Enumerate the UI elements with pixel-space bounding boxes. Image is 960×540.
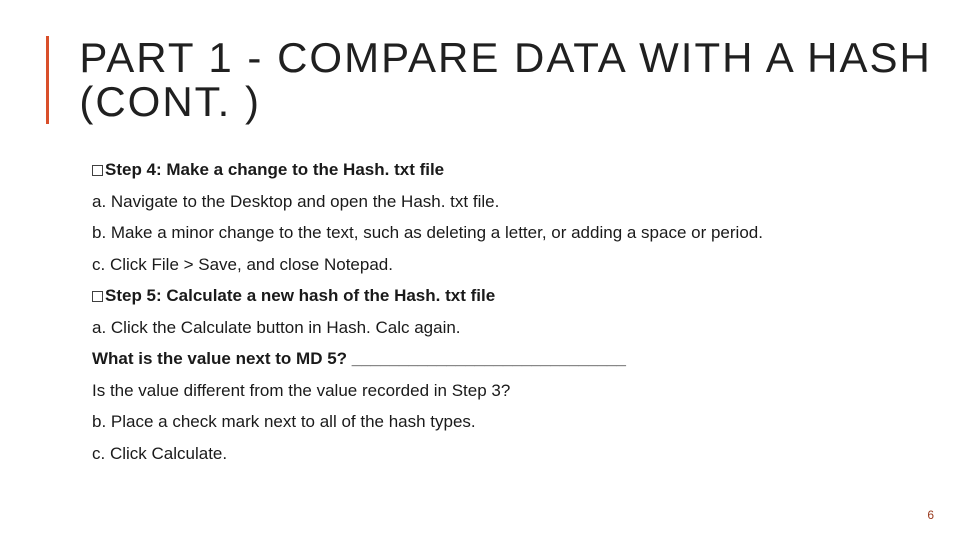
step5-heading: Step 5: Calculate a new hash of the Hash… bbox=[92, 286, 902, 306]
page-number: 6 bbox=[927, 508, 934, 522]
step5-item-c: c. Click Calculate. bbox=[92, 444, 902, 464]
title-accent-bar bbox=[46, 36, 49, 124]
step5-text: Step 5: Calculate a new hash of the Hash… bbox=[105, 286, 495, 305]
step5-item-a: a. Click the Calculate button in Hash. C… bbox=[92, 318, 902, 338]
step4-item-b: b. Make a minor change to the text, such… bbox=[92, 223, 902, 243]
slide-body: Step 4: Make a change to the Hash. txt f… bbox=[92, 160, 902, 475]
slide-title: PART 1 - COMPARE DATA WITH A HASH (CONT.… bbox=[79, 36, 960, 124]
question-md5: What is the value next to MD 5? ________… bbox=[92, 349, 902, 369]
step5-item-b: b. Place a check mark next to all of the… bbox=[92, 412, 902, 432]
step4-item-c: c. Click File > Save, and close Notepad. bbox=[92, 255, 902, 275]
bullet-square-icon bbox=[92, 165, 103, 176]
title-block: PART 1 - COMPARE DATA WITH A HASH (CONT.… bbox=[46, 36, 960, 124]
step4-heading: Step 4: Make a change to the Hash. txt f… bbox=[92, 160, 902, 180]
step4-text: Step 4: Make a change to the Hash. txt f… bbox=[105, 160, 444, 179]
step4-item-a: a. Navigate to the Desktop and open the … bbox=[92, 192, 902, 212]
question-diff: Is the value different from the value re… bbox=[92, 381, 902, 401]
slide: PART 1 - COMPARE DATA WITH A HASH (CONT.… bbox=[0, 0, 960, 540]
bullet-square-icon bbox=[92, 291, 103, 302]
